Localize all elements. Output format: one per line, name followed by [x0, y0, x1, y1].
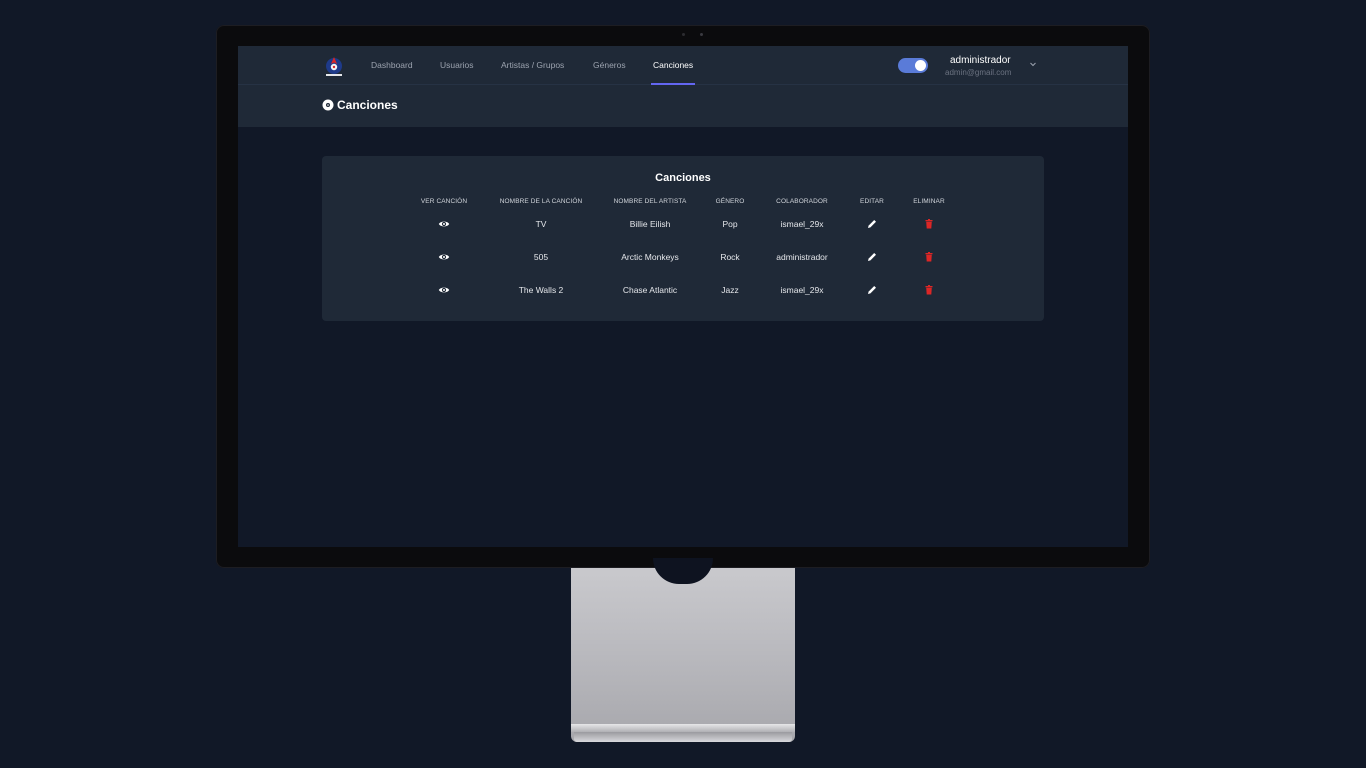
top-navbar: Dashboard Usuarios Artistas / Grupos Gén…	[238, 46, 1128, 85]
artist-name: Billie Eilish	[629, 219, 671, 229]
pencil-icon[interactable]	[866, 284, 878, 296]
pencil-icon[interactable]	[866, 251, 878, 263]
col-header-cancion: Nombre de la canción	[499, 198, 583, 205]
nav-artistas-grupos[interactable]: Artistas / Grupos	[501, 60, 564, 70]
trash-icon[interactable]	[923, 218, 935, 230]
app-screen: Dashboard Usuarios Artistas / Grupos Gén…	[238, 46, 1128, 547]
stand-base-foot	[574, 732, 792, 742]
page-title: Canciones	[337, 98, 398, 112]
user-name[interactable]: administrador	[950, 55, 1011, 66]
user-email: admin@gmail.com	[945, 68, 1012, 77]
stand-base-top	[571, 724, 795, 732]
song-name: TV	[535, 219, 547, 229]
col-header-editar: Editar	[860, 198, 884, 205]
eye-icon[interactable]	[438, 284, 450, 296]
col-header-artista: Nombre del artista	[613, 198, 687, 205]
col-header-eliminar: Eliminar	[913, 198, 945, 205]
logo-icon[interactable]	[322, 54, 346, 78]
page-header: Canciones	[238, 85, 1128, 127]
nav-dashboard[interactable]: Dashboard	[371, 60, 413, 70]
camera-dot	[682, 33, 685, 36]
chevron-down-icon[interactable]	[1028, 59, 1038, 69]
genre: Rock	[720, 252, 740, 262]
eye-icon[interactable]	[438, 218, 450, 230]
pencil-icon[interactable]	[866, 218, 878, 230]
genre: Jazz	[721, 285, 739, 295]
col-header-ver: Ver canción	[420, 198, 468, 205]
nav-canciones[interactable]: Canciones	[653, 60, 693, 70]
song-name: 505	[533, 252, 549, 262]
artist-name: Chase Atlantic	[622, 285, 678, 295]
monitor-stand	[571, 568, 795, 742]
col-header-genero: Género	[715, 198, 745, 205]
artist-name: Arctic Monkeys	[621, 252, 679, 262]
toggle-knob	[915, 60, 926, 71]
trash-icon[interactable]	[923, 284, 935, 296]
nav-usuarios[interactable]: Usuarios	[440, 60, 474, 70]
disc-icon	[322, 99, 334, 111]
songs-card: Canciones Ver canción Nombre de la canci…	[322, 156, 1044, 321]
col-header-colaborador: Colaborador	[776, 198, 828, 205]
song-name: The Walls 2	[518, 285, 564, 295]
collaborator: ismael_29x	[780, 285, 824, 295]
sensor-dot	[700, 33, 703, 36]
nav-generos[interactable]: Géneros	[593, 60, 626, 70]
table-title: Canciones	[655, 172, 711, 184]
theme-toggle[interactable]	[898, 58, 928, 73]
eye-icon[interactable]	[438, 251, 450, 263]
genre: Pop	[722, 219, 738, 229]
collaborator: ismael_29x	[780, 219, 824, 229]
collaborator: administrador	[776, 252, 828, 262]
trash-icon[interactable]	[923, 251, 935, 263]
